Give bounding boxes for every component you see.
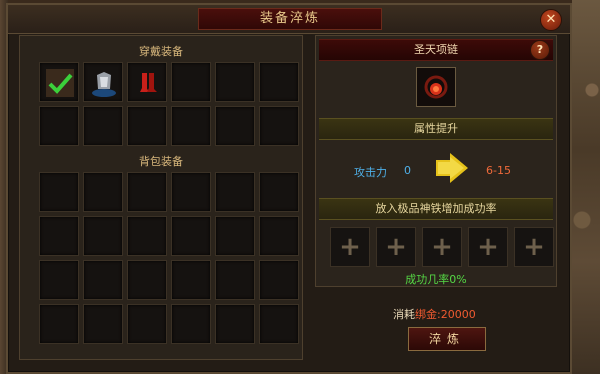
window-title: 装备淬炼	[198, 8, 382, 30]
stat-new-value: 6-15	[486, 164, 511, 177]
worn-slot[interactable]	[83, 106, 123, 146]
bag-slot[interactable]	[83, 216, 123, 256]
bag-slot[interactable]	[215, 260, 255, 300]
bag-slot[interactable]	[259, 216, 299, 256]
worn-equipment-grid	[39, 62, 299, 146]
bag-slot[interactable]	[215, 216, 255, 256]
bag-slot[interactable]	[171, 216, 211, 256]
bag-slot[interactable]	[83, 304, 123, 344]
bag-slot[interactable]	[39, 304, 79, 344]
bag-slot[interactable]	[83, 172, 123, 212]
bag-slot[interactable]	[259, 260, 299, 300]
worn-slot[interactable]	[39, 106, 79, 146]
cost-label: 消耗绑金:20000	[393, 306, 476, 322]
cost-amount: :20000	[437, 308, 476, 321]
armor-icon	[92, 72, 116, 97]
stat-name: 攻击力	[354, 166, 387, 179]
worn-slot-armor[interactable]	[83, 62, 123, 102]
bag-slot[interactable]	[127, 304, 167, 344]
help-button[interactable]: ?	[530, 40, 550, 60]
scene-right-edge	[572, 0, 600, 374]
add-material-slot[interactable]: +	[514, 227, 554, 267]
bag-slot[interactable]	[171, 172, 211, 212]
necklace-icon	[424, 75, 448, 99]
worn-slot-boots[interactable]	[127, 62, 167, 102]
bag-equipment-label: 背包装备	[139, 155, 183, 168]
bag-slot[interactable]	[39, 260, 79, 300]
bag-slot[interactable]	[127, 216, 167, 256]
worn-equipment-label: 穿戴装备	[139, 45, 183, 58]
bag-slot[interactable]	[39, 172, 79, 212]
titlebar: 装备淬炼 ✕	[8, 5, 570, 34]
refine-panel: 圣天项链 ? 属性提升 攻击力 0 6-15 放入极品神铁增加成功率 + + +…	[315, 35, 557, 287]
attribute-header: 属性提升	[319, 118, 553, 140]
bag-slot[interactable]	[127, 260, 167, 300]
cost-prefix: 消耗	[393, 308, 415, 321]
worn-slot[interactable]	[171, 106, 211, 146]
bag-slot[interactable]	[259, 304, 299, 344]
success-rate: 成功几率0%	[405, 273, 467, 286]
close-button[interactable]: ✕	[540, 9, 562, 31]
worn-slot[interactable]	[259, 62, 299, 102]
item-name-bar: 圣天项链	[319, 39, 553, 61]
cost-currency: 绑金	[415, 308, 437, 321]
bag-slot[interactable]	[127, 172, 167, 212]
worn-slot[interactable]	[171, 62, 211, 102]
worn-slot[interactable]	[215, 62, 255, 102]
bag-slot[interactable]	[259, 172, 299, 212]
bag-slot[interactable]	[39, 216, 79, 256]
boots-icon	[140, 73, 157, 92]
add-material-slot[interactable]: +	[422, 227, 462, 267]
target-item-slot[interactable]	[416, 67, 456, 107]
worn-slot-check[interactable]	[39, 62, 79, 102]
check-icon	[46, 69, 74, 97]
arrow-right-icon	[436, 153, 468, 183]
worn-slot[interactable]	[215, 106, 255, 146]
add-material-slot[interactable]: +	[376, 227, 416, 267]
boost-material-slots: + + + + +	[330, 227, 554, 267]
bag-slot[interactable]	[215, 172, 255, 212]
bag-slot[interactable]	[83, 260, 123, 300]
worn-slot[interactable]	[259, 106, 299, 146]
stat-current-value: 0	[404, 164, 411, 177]
boost-header: 放入极品神铁增加成功率	[319, 198, 553, 220]
bag-slot[interactable]	[171, 260, 211, 300]
add-material-slot[interactable]: +	[330, 227, 370, 267]
equipment-list-panel: 穿戴装备 背包装备	[19, 35, 303, 360]
add-material-slot[interactable]: +	[468, 227, 508, 267]
worn-slot[interactable]	[127, 106, 167, 146]
bag-slot[interactable]	[171, 304, 211, 344]
item-name: 圣天项链	[414, 43, 458, 56]
bag-slot[interactable]	[215, 304, 255, 344]
bag-equipment-grid	[39, 172, 299, 344]
refine-button[interactable]: 淬炼	[408, 327, 486, 351]
